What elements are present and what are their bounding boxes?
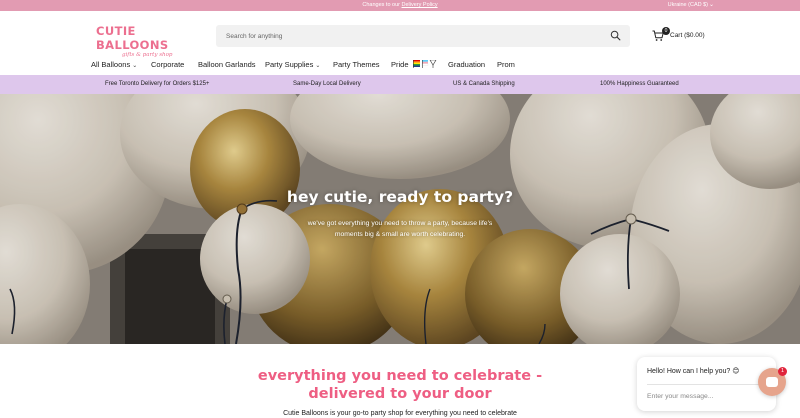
chat-divider [647, 384, 759, 385]
chevron-down-icon: ⌄ [315, 63, 321, 69]
nav-item-pride[interactable]: Pride [391, 59, 437, 69]
logo[interactable]: CUTIE BALLOONS gifts & party shop [96, 24, 202, 58]
nav-item-corporate[interactable]: Corporate [151, 60, 184, 69]
perk-happiness: 100% Happiness Guaranteed [600, 81, 679, 87]
chevron-down-icon[interactable]: ⌄ [709, 1, 714, 8]
nav-item-graduation[interactable]: Graduation [448, 60, 485, 69]
search-icon[interactable] [610, 30, 621, 41]
chat-message-input[interactable] [647, 390, 757, 402]
announcement-bar: Changes to our Delivery Policy Ukraine (… [0, 0, 800, 11]
nav-item-all-balloons[interactable]: All Balloons ⌄ [91, 60, 137, 69]
nav-item-prom[interactable]: Prom [497, 60, 515, 69]
search-input[interactable] [226, 30, 586, 42]
cart-button[interactable]: 0 Cart ($0.00) [652, 27, 712, 44]
nav-item-party-themes[interactable]: Party Themes [333, 60, 380, 69]
perks-bar: Free Toronto Delivery for Orders $125+ S… [0, 75, 800, 94]
pride-flags-icon [412, 59, 437, 68]
chevron-down-icon: ⌄ [132, 63, 138, 69]
search-bar [216, 25, 630, 47]
announcement-text: Changes to our [362, 2, 402, 8]
perk-shipping: US & Canada Shipping [453, 81, 515, 87]
hero-subline: we've got everything you need to throw a… [290, 218, 510, 240]
hero-headline: hey cutie, ready to party? [286, 188, 514, 206]
hero-banner[interactable]: hey cutie, ready to party? we've got eve… [0, 94, 800, 344]
perk-same-day: Same-Day Local Delivery [293, 81, 361, 87]
perk-free-delivery: Free Toronto Delivery for Orders $125+ [105, 81, 210, 87]
delivery-policy-link[interactable]: Delivery Policy [402, 2, 438, 8]
site-header: CUTIE BALLOONS gifts & party shop 0 Cart… [0, 11, 800, 58]
nav-item-balloon-garlands[interactable]: Balloon Garlands [198, 60, 256, 69]
chat-launcher-button[interactable]: 1 [758, 367, 787, 396]
hero-subline-1: we've got everything you need to throw a… [307, 220, 493, 227]
locale-selector[interactable]: Ukraine (CAD $) [668, 2, 708, 8]
nav-label: Pride [391, 60, 409, 69]
chat-popup: Hello! How can I help you? 😊 [637, 357, 776, 411]
chat-unread-badge: 1 [778, 367, 787, 376]
nav-label: Party Supplies [265, 60, 314, 69]
hero-subline-2: moments big & small are worth celebratin… [334, 231, 466, 238]
nav-item-party-supplies[interactable]: Party Supplies ⌄ [265, 60, 320, 69]
brand-name: CUTIE BALLOONS [96, 24, 169, 52]
section-blurb: Cutie Balloons is your go-to party shop … [283, 410, 517, 417]
nav-label: All Balloons [91, 60, 131, 69]
main-nav: All Balloons ⌄ Corporate Balloon Garlands… [0, 58, 800, 75]
chat-greeting: Hello! How can I help you? 😊 [647, 368, 740, 375]
cart-count-badge: 0 [662, 27, 670, 35]
cart-label: Cart ($0.00) [670, 32, 705, 39]
chat-icon [766, 377, 778, 387]
